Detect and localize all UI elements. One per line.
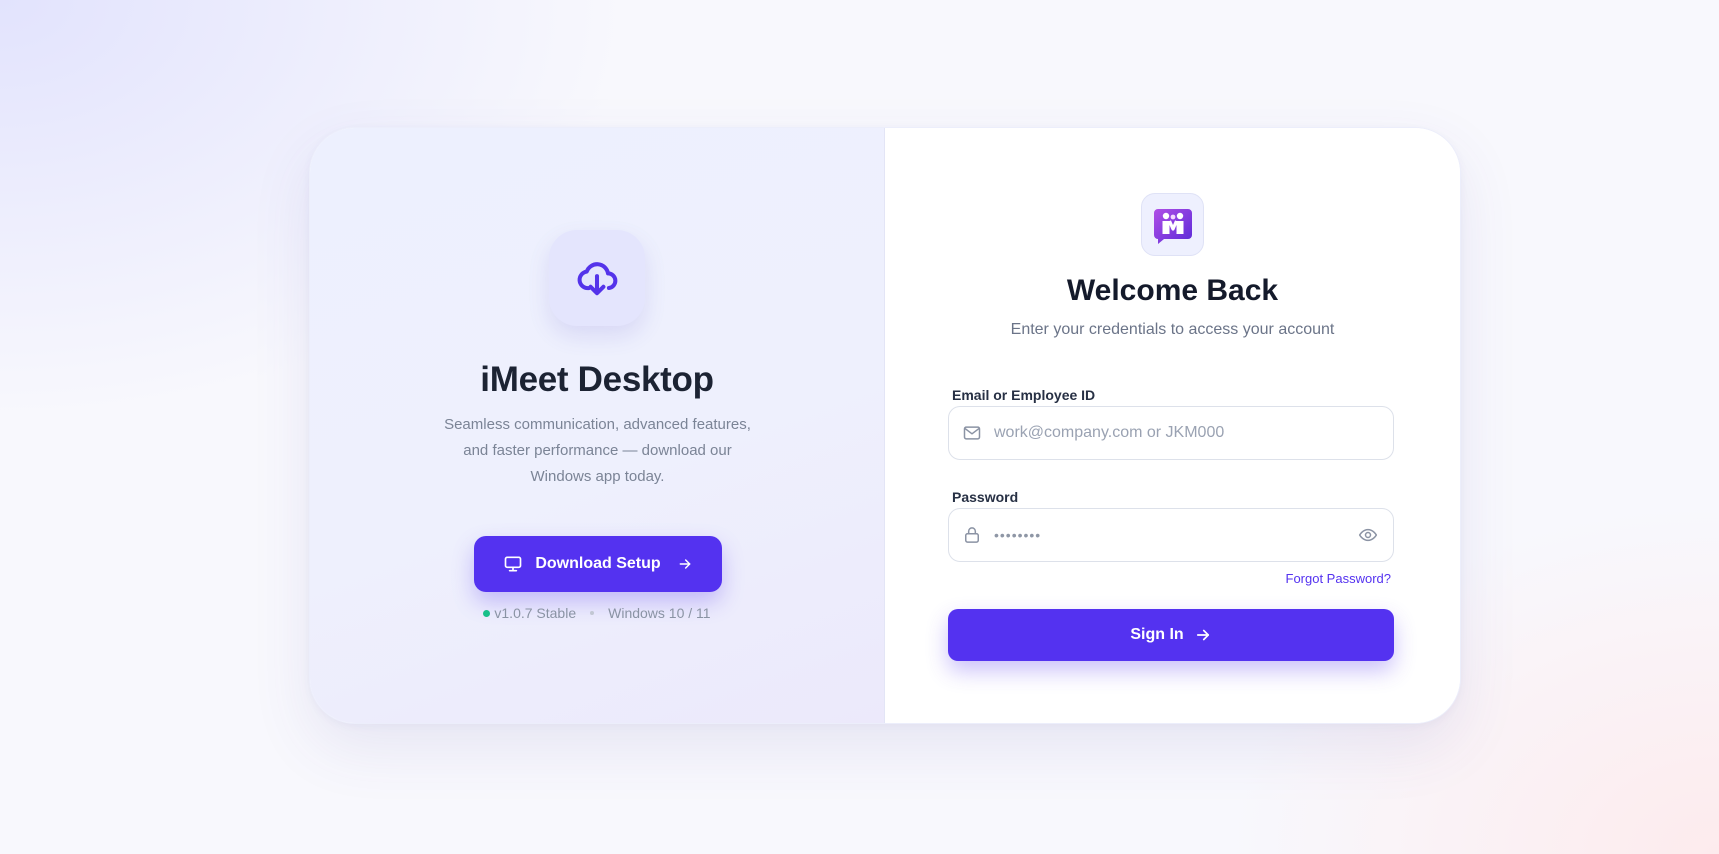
lock-icon [962, 525, 982, 545]
eye-icon[interactable] [1357, 524, 1379, 546]
status-dot-icon [483, 609, 491, 617]
app-title: iMeet Desktop [480, 360, 714, 399]
welcome-title: Welcome Back [1066, 274, 1279, 307]
download-panel: iMeet Desktop Seamless communication, ad… [310, 128, 885, 723]
version-info: v1.0.7 Stable Windows 10 / 11 [310, 605, 884, 621]
welcome-subtitle: Enter your credentials to access your ac… [1010, 321, 1335, 338]
download-setup-button[interactable]: Download Setup [474, 536, 722, 592]
cloud-download-icon [549, 230, 645, 326]
arrow-right-icon [1194, 626, 1212, 644]
signin-panel: Welcome Back Enter your credentials to a… [885, 128, 1460, 723]
separator-dot-icon [590, 611, 595, 615]
email-input[interactable] [994, 407, 1393, 459]
sign-in-button[interactable]: Sign In [948, 609, 1394, 661]
platform-label: Windows 10 / 11 [608, 605, 711, 621]
forgot-password-link[interactable]: Forgot Password? [1286, 571, 1392, 586]
app-description: Seamless communication, advanced feature… [444, 416, 751, 485]
download-setup-label: Download Setup [535, 555, 661, 572]
monitor-icon [503, 554, 523, 574]
password-input[interactable]: •••••••• [994, 527, 1357, 543]
password-field[interactable]: •••••••• [948, 508, 1394, 562]
mail-icon [962, 423, 982, 443]
sign-in-label: Sign In [1130, 626, 1184, 643]
imeet-logo [1141, 193, 1204, 256]
email-label: Email or Employee ID [952, 387, 1096, 403]
version-label: v1.0.7 Stable [494, 605, 577, 621]
email-field[interactable] [948, 406, 1394, 460]
arrow-right-icon [677, 556, 693, 572]
password-label: Password [952, 489, 1019, 505]
login-card: iMeet Desktop Seamless communication, ad… [309, 127, 1461, 724]
